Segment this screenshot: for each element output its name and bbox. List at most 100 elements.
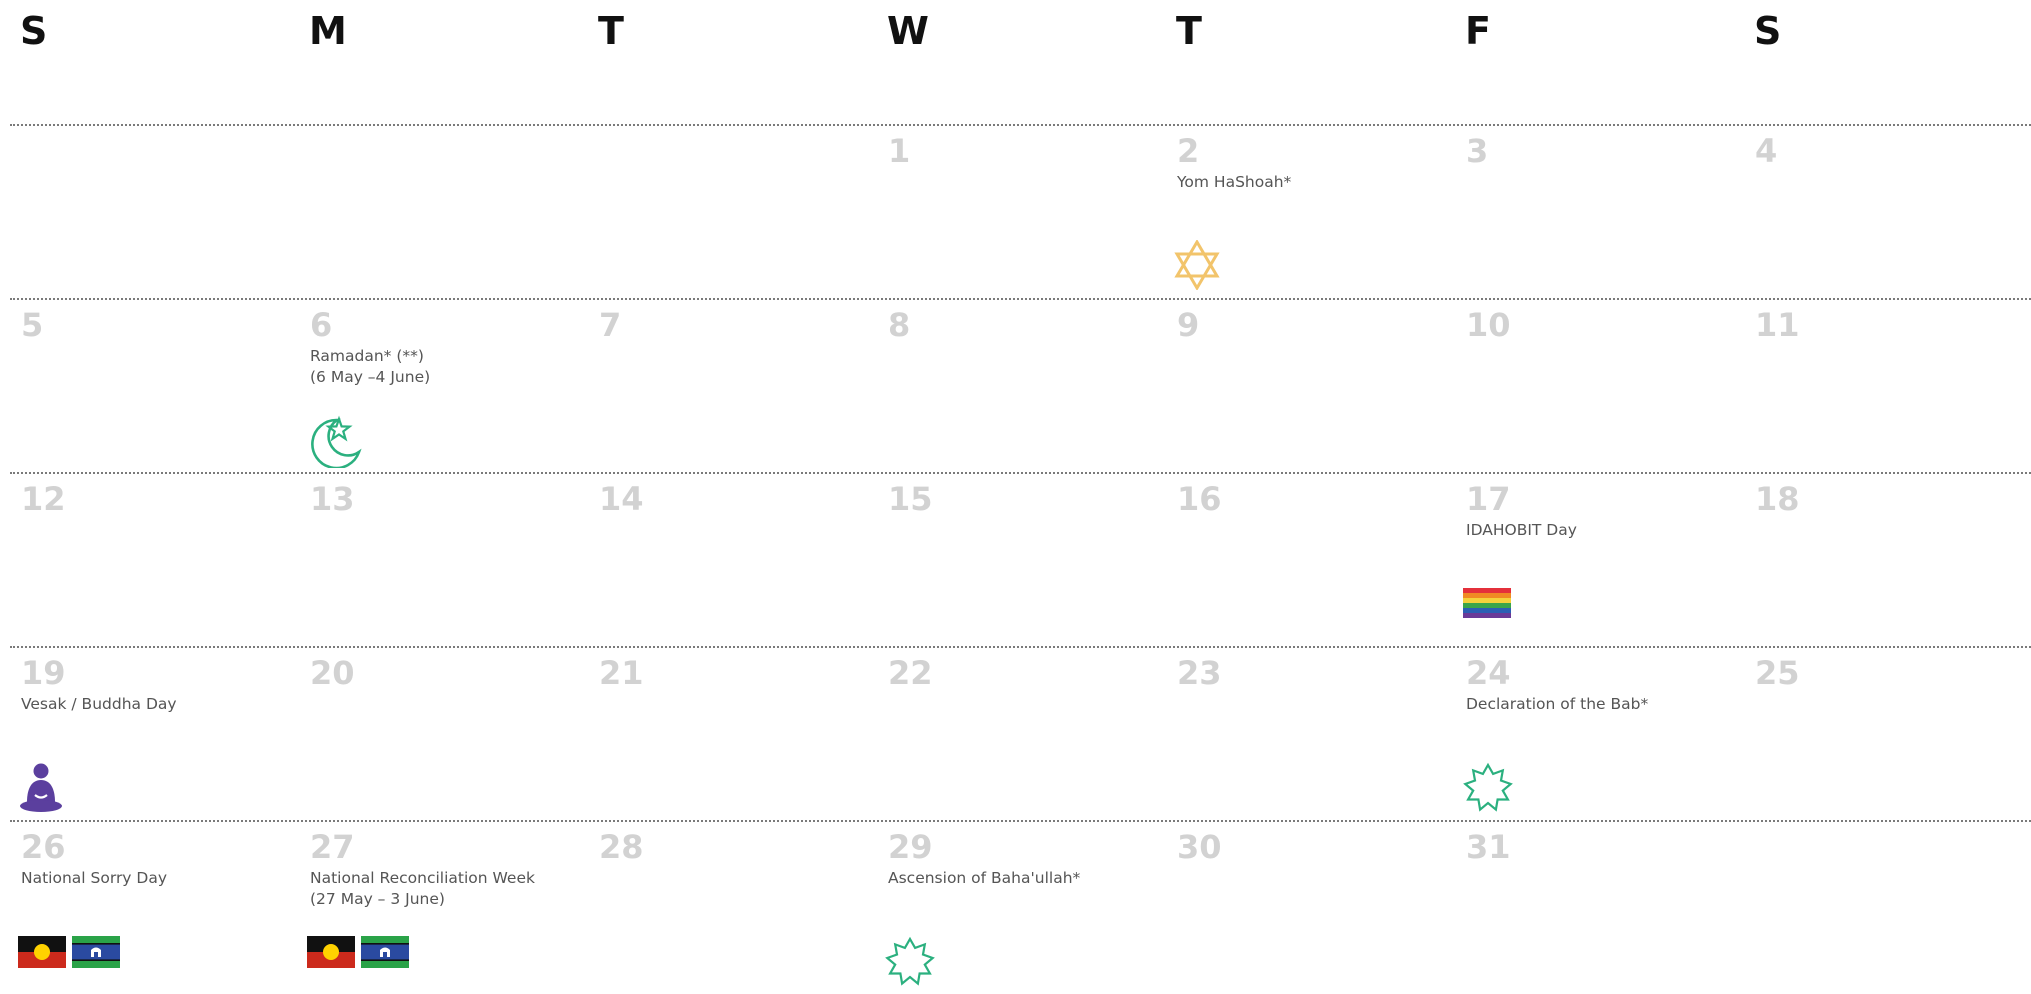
day-cell[interactable]: 29 Ascension of Baha'ullah* [877, 822, 1166, 994]
event-text-line: National Reconciliation Week [310, 869, 535, 887]
day-number: 23 [1177, 654, 1222, 692]
aboriginal-flag-icon [18, 936, 66, 968]
day-number: 25 [1755, 654, 1800, 692]
day-number: 26 [21, 828, 66, 866]
weekday-header: W [887, 9, 929, 53]
day-number: 16 [1177, 480, 1222, 518]
event-icons [307, 936, 409, 968]
weekday-header: F [1465, 9, 1491, 53]
event-text-line: (27 May – 3 June) [310, 890, 445, 908]
day-number: 10 [1466, 306, 1511, 344]
weekday-header: S [20, 9, 48, 53]
day-number: 29 [888, 828, 933, 866]
day-number: 5 [21, 306, 44, 344]
day-number: 21 [599, 654, 644, 692]
day-cell[interactable]: 11 [1744, 300, 2031, 472]
aboriginal-flag-icon [307, 936, 355, 968]
day-cell[interactable]: 7 [588, 300, 877, 472]
event-label: Ascension of Baha'ullah* [888, 868, 1158, 889]
event-text-line: Ramadan* (**) [310, 347, 424, 365]
day-number: 27 [310, 828, 355, 866]
event-label: Vesak / Buddha Day [21, 694, 291, 715]
event-icons [307, 414, 365, 468]
day-number: 19 [21, 654, 66, 692]
day-number: 6 [310, 306, 333, 344]
day-number: 20 [310, 654, 355, 692]
day-number: 24 [1466, 654, 1511, 692]
day-cell[interactable]: 16 [1166, 474, 1455, 646]
day-number: 15 [888, 480, 933, 518]
day-number: 17 [1466, 480, 1511, 518]
star-of-david-icon [1174, 240, 1220, 290]
day-number: 11 [1755, 306, 1800, 344]
weekday-header: T [598, 9, 624, 53]
day-cell[interactable]: 3 [1455, 126, 1744, 298]
event-icons [18, 762, 64, 814]
event-text-line: IDAHOBIT Day [1466, 521, 1577, 539]
event-icons [1463, 588, 1511, 618]
crescent-star-icon [307, 414, 365, 468]
weekday-header: M [309, 9, 347, 53]
day-number: 22 [888, 654, 933, 692]
event-text-line: Yom HaShoah* [1177, 173, 1292, 191]
day-number: 18 [1755, 480, 1800, 518]
day-cell[interactable]: 1 [877, 126, 1166, 298]
day-cell[interactable]: 25 [1744, 648, 2031, 820]
event-label: National Sorry Day [21, 868, 291, 889]
day-cell[interactable]: 20 [299, 648, 588, 820]
nine-pointed-star-icon [1463, 762, 1513, 812]
day-cell[interactable]: 23 [1166, 648, 1455, 820]
event-text-line: Declaration of the Bab* [1466, 695, 1649, 713]
day-cell[interactable]: 8 [877, 300, 1166, 472]
day-cell[interactable]: 17 IDAHOBIT Day [1455, 474, 1744, 646]
buddha-icon [18, 762, 64, 814]
rainbow-flag-icon [1463, 588, 1511, 618]
event-text-line: Vesak / Buddha Day [21, 695, 177, 713]
day-cell[interactable]: 21 [588, 648, 877, 820]
day-cell[interactable]: 26 National Sorry Day [10, 822, 299, 994]
torres-strait-islander-flag-icon [361, 936, 409, 968]
weekday-header: S [1754, 9, 1782, 53]
day-cell[interactable]: 4 [1744, 126, 2031, 298]
weekday-header: T [1176, 9, 1202, 53]
day-cell[interactable]: 10 [1455, 300, 1744, 472]
nine-pointed-star-icon [885, 936, 935, 986]
day-cell[interactable]: 9 [1166, 300, 1455, 472]
day-number: 8 [888, 306, 911, 344]
calendar-month-grid: S M T W T F S 1 2 Yom HaShoah* 3 4 5 6 Ramadan* (**) (6… [0, 0, 2031, 993]
day-cell[interactable]: 6 Ramadan* (**) (6 May –4 June) [299, 300, 588, 472]
event-text-line: (6 May –4 June) [310, 368, 431, 386]
event-icons [1463, 762, 1513, 812]
event-text-line: National Sorry Day [21, 869, 168, 887]
torres-strait-islander-flag-icon [72, 936, 120, 968]
day-cell[interactable]: 24 Declaration of the Bab* [1455, 648, 1744, 820]
day-cell[interactable]: 22 [877, 648, 1166, 820]
day-cell[interactable]: 5 [10, 300, 299, 472]
day-cell[interactable]: 13 [299, 474, 588, 646]
event-text-line: Ascension of Baha'ullah* [888, 869, 1081, 887]
day-number: 7 [599, 306, 622, 344]
day-cell[interactable]: 30 [1166, 822, 1455, 994]
day-cell[interactable]: 27 National Reconciliation Week (27 May – … [299, 822, 588, 994]
event-label: Declaration of the Bab* [1466, 694, 1736, 715]
day-number: 4 [1755, 132, 1778, 170]
day-number: 9 [1177, 306, 1200, 344]
day-number: 28 [599, 828, 644, 866]
day-cell[interactable]: 18 [1744, 474, 2031, 646]
day-number: 14 [599, 480, 644, 518]
event-icons [18, 936, 120, 968]
day-cell[interactable]: 14 [588, 474, 877, 646]
day-number: 12 [21, 480, 66, 518]
day-cell[interactable]: 19 Vesak / Buddha Day [10, 648, 299, 820]
day-number: 1 [888, 132, 911, 170]
day-cell[interactable]: 2 Yom HaShoah* [1166, 126, 1455, 298]
day-cell[interactable]: 15 [877, 474, 1166, 646]
day-cell[interactable]: 31 [1455, 822, 1744, 994]
day-cell[interactable]: 12 [10, 474, 299, 646]
event-label: Yom HaShoah* [1177, 172, 1447, 193]
day-number: 31 [1466, 828, 1511, 866]
event-label: IDAHOBIT Day [1466, 520, 1736, 541]
day-number: 3 [1466, 132, 1489, 170]
event-icons [1174, 240, 1220, 290]
day-cell[interactable]: 28 [588, 822, 877, 994]
